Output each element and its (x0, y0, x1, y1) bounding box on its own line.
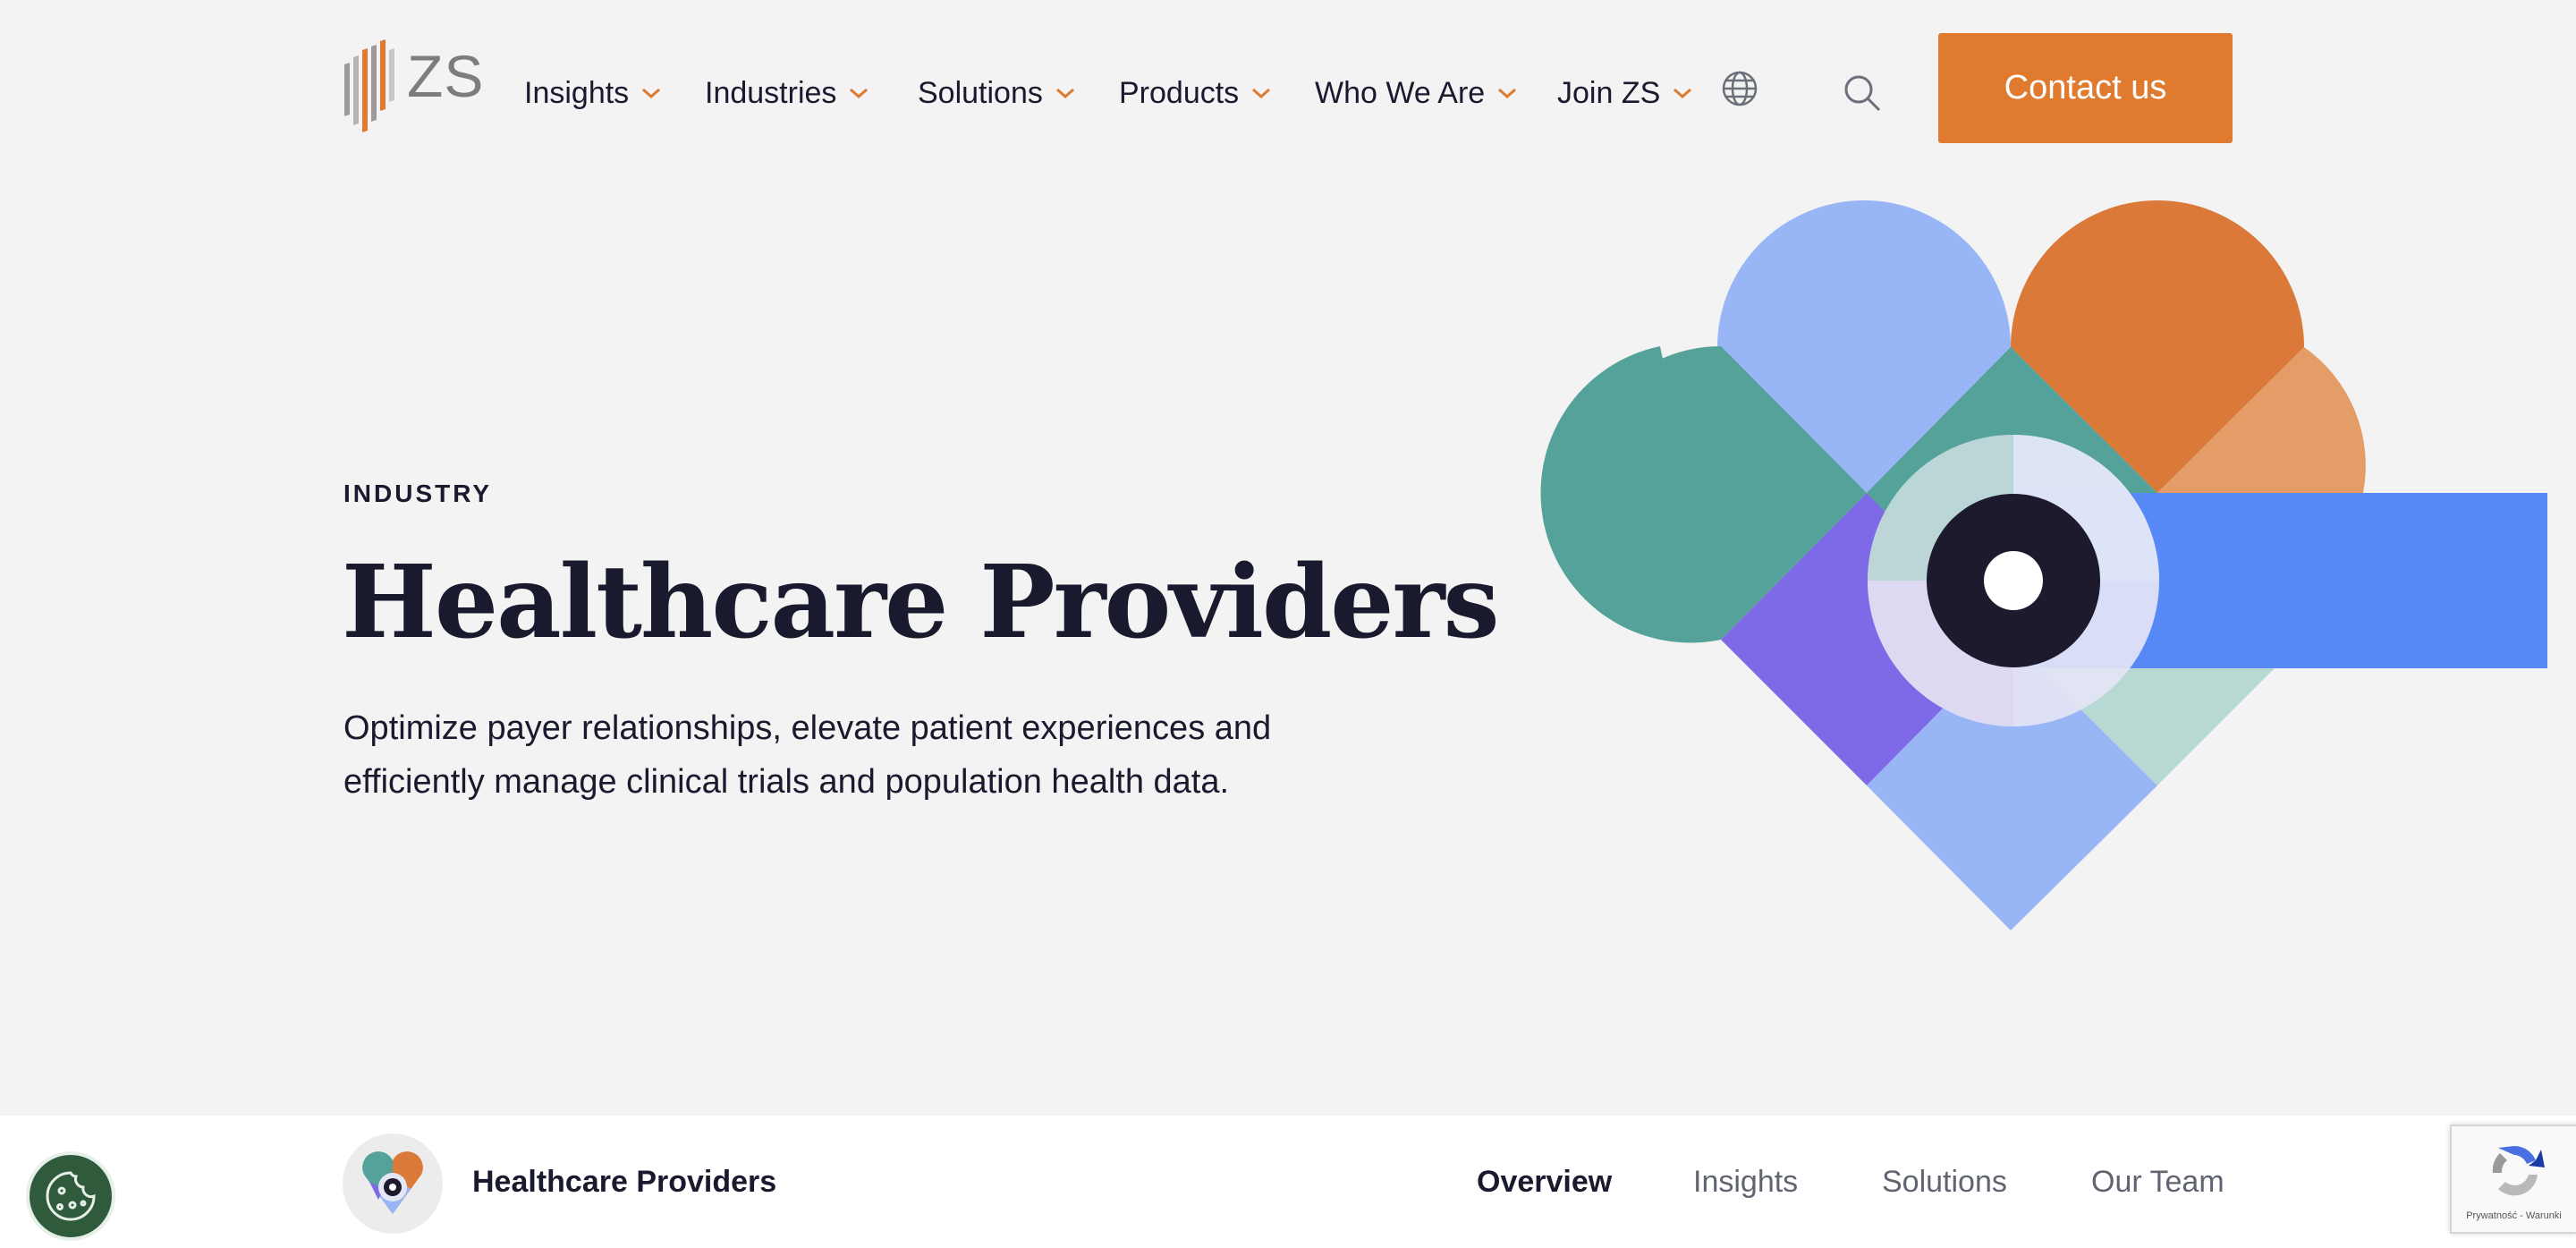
nav-label: Who We Are (1315, 75, 1486, 110)
hero-description-line: efficiently manage clinical trials and p… (343, 763, 1230, 801)
recaptcha-icon (2492, 1146, 2545, 1196)
nav-item-insights[interactable]: Insights (524, 70, 661, 116)
nav-label: Products (1119, 75, 1240, 110)
subnav-link-insights[interactable]: Insights (1693, 1165, 1798, 1200)
hero-eyebrow: INDUSTRY (343, 480, 493, 507)
chevron-down-icon (1252, 88, 1271, 99)
nav-label: Solutions (918, 75, 1043, 110)
hero-description: Optimize payer relationships, elevate pa… (343, 701, 1363, 809)
chevron-down-icon (1055, 88, 1074, 99)
heart-eye-icon (362, 1151, 423, 1214)
subnav-title: Healthcare Providers (472, 1165, 777, 1199)
nav-item-join-zs[interactable]: Join ZS (1557, 70, 1692, 116)
page-title: Healthcare Providers (342, 544, 1500, 661)
recaptcha-badge[interactable]: Prywatność - Warunki (2450, 1125, 2576, 1234)
subnav-link-solutions[interactable]: Solutions (1882, 1165, 2007, 1200)
cookie-icon (46, 1171, 96, 1221)
nav-item-products[interactable]: Products (1119, 70, 1271, 116)
recaptcha-privacy-terms: Prywatność - Warunki (2466, 1210, 2562, 1221)
nav-item-industries[interactable]: Industries (705, 70, 869, 116)
nav-label: Join ZS (1557, 75, 1661, 110)
logo-text: ZS (407, 43, 485, 109)
search-icon[interactable] (1843, 73, 1882, 113)
heart-eye-avatar (343, 1133, 443, 1234)
nav-item-solutions[interactable]: Solutions (918, 70, 1075, 116)
globe-icon[interactable] (1721, 70, 1758, 107)
chevron-down-icon (1674, 88, 1692, 99)
subnav-link-overview[interactable]: Overview (1477, 1165, 1612, 1200)
chevron-down-icon (642, 88, 661, 99)
nav-label: Insights (524, 75, 630, 110)
chevron-down-icon (850, 88, 869, 99)
subnav-link-our-team[interactable]: Our Team (2091, 1165, 2224, 1200)
nav-item-who-we-are[interactable]: Who We Are (1315, 70, 1517, 116)
cookie-settings-button[interactable] (26, 1151, 115, 1241)
contact-us-button[interactable]: Contact us (1938, 33, 2233, 143)
chevron-down-icon (1498, 88, 1517, 99)
hero-description-line: Optimize payer relationships, elevate pa… (343, 709, 1272, 747)
nav-label: Industries (705, 75, 837, 110)
